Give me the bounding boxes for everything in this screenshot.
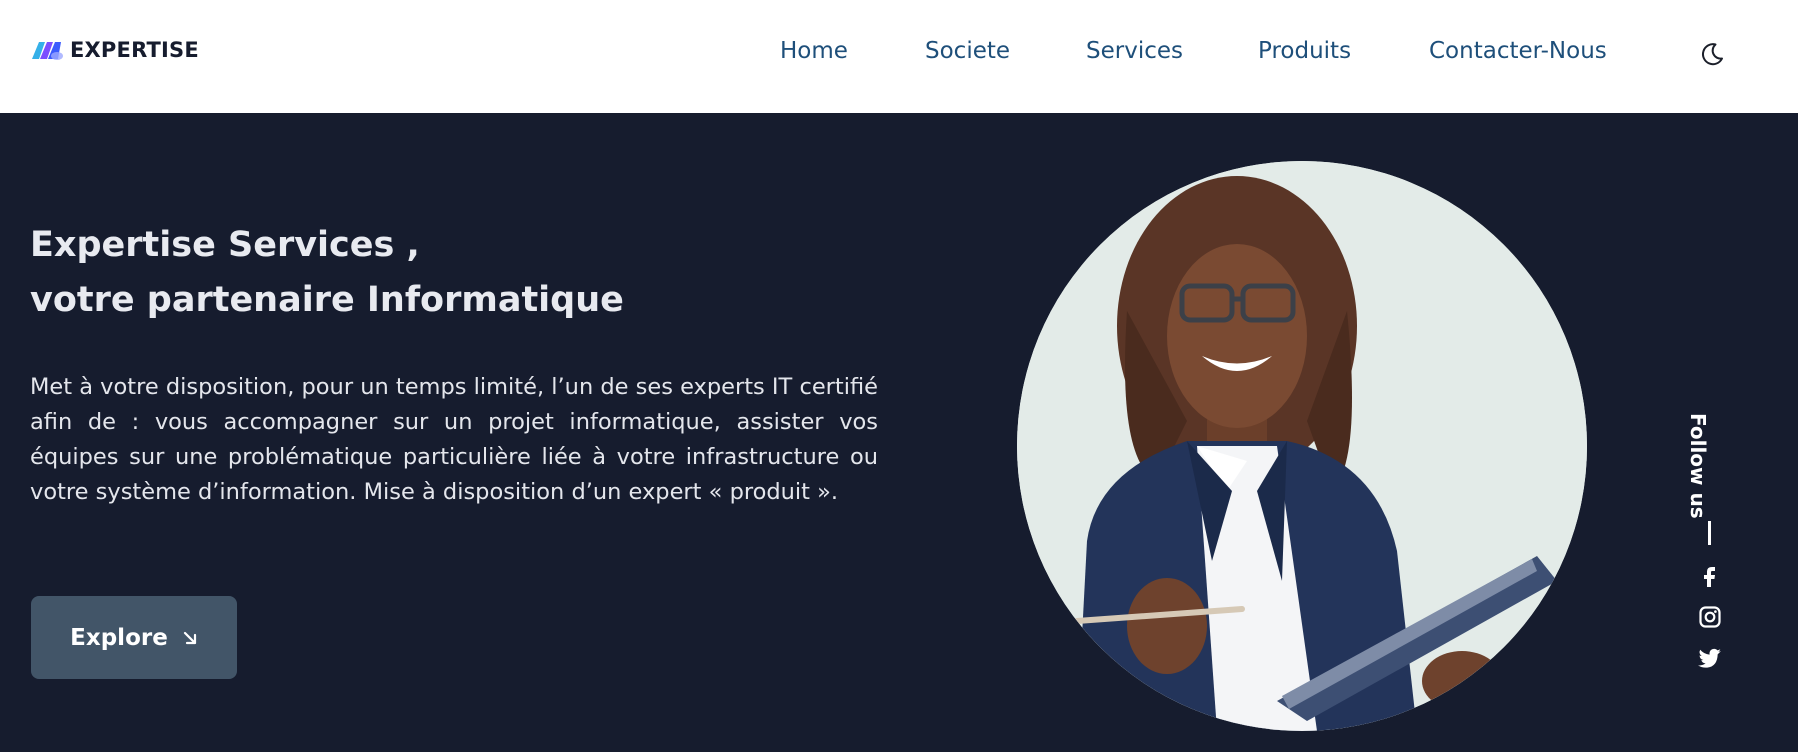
hero-description: Met à votre disposition, pour un temps l…	[30, 374, 878, 505]
follow-divider	[1708, 521, 1711, 545]
nav-item-produits[interactable]: Produits	[1258, 38, 1351, 64]
portrait-illustration	[1017, 161, 1587, 731]
hero-title: Expertise Services , votre partenaire In…	[30, 218, 830, 328]
hero-portrait	[1017, 161, 1587, 731]
nav-item-home[interactable]: Home	[780, 38, 848, 64]
explore-button[interactable]: Explore	[31, 596, 237, 679]
instagram-icon[interactable]	[1698, 605, 1722, 629]
hero-section: Expertise Services , votre partenaire In…	[0, 113, 1798, 752]
facebook-icon[interactable]	[1698, 563, 1722, 587]
twitter-icon[interactable]	[1698, 646, 1722, 670]
site-header: EXPERTISE Home Societe Services Produits…	[0, 0, 1798, 113]
follow-us-label: Follow us	[1686, 413, 1710, 519]
nav-item-contact[interactable]: Contacter-Nous	[1429, 38, 1607, 64]
arrow-down-right-icon	[183, 631, 196, 644]
explore-button-label: Explore	[70, 624, 168, 651]
expertise-logo-icon	[32, 42, 63, 60]
brand-logo[interactable]: EXPERTISE	[31, 38, 199, 62]
nav-item-societe[interactable]: Societe	[925, 38, 1010, 64]
follow-us-panel: Follow us	[1686, 403, 1730, 703]
nav-item-services[interactable]: Services	[1086, 38, 1183, 64]
hero-title-line2: votre partenaire Informatique	[30, 280, 624, 320]
brand-name: EXPERTISE	[70, 38, 199, 62]
moon-icon[interactable]	[1698, 40, 1726, 68]
hero-title-line1: Expertise Services ,	[30, 225, 420, 265]
